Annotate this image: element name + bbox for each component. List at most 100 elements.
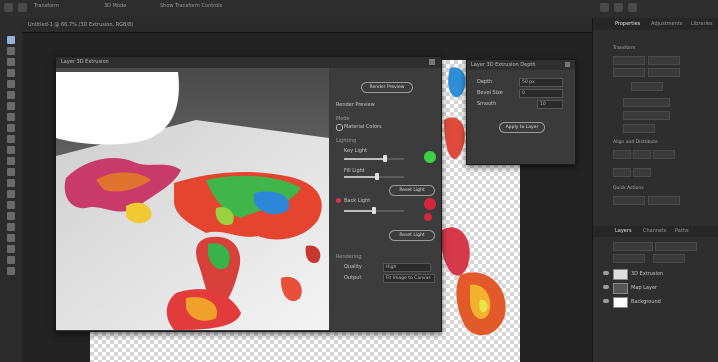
- render-preview-button[interactable]: Render Preview: [361, 82, 413, 93]
- zoom-icon[interactable]: [7, 256, 15, 264]
- back-light-label: Back Light: [344, 198, 371, 204]
- dialog-titlebar[interactable]: Layer 3D Extrusion: [56, 57, 441, 68]
- option-field[interactable]: [623, 124, 655, 133]
- key-light-slider[interactable]: [344, 155, 404, 162]
- panel-tabs: Properties Adjustments Libraries: [593, 18, 718, 30]
- history-brush-icon[interactable]: [7, 146, 15, 154]
- align-button[interactable]: [633, 150, 651, 159]
- home-icon[interactable]: [4, 3, 13, 12]
- layer-row[interactable]: 3D Extrusion: [603, 268, 715, 280]
- align-button[interactable]: [653, 150, 675, 159]
- move-tool-icon[interactable]: [18, 3, 27, 12]
- quick-select-icon[interactable]: [7, 69, 15, 77]
- lasso-icon[interactable]: [7, 58, 15, 66]
- tab-channels[interactable]: Channels: [643, 228, 666, 234]
- marquee-icon[interactable]: [7, 47, 15, 55]
- back-light-slider[interactable]: [344, 207, 404, 214]
- quick-action-button[interactable]: [613, 196, 645, 205]
- distribute-button[interactable]: [633, 168, 651, 177]
- workspace-icon[interactable]: [614, 3, 623, 12]
- topbar-item-1[interactable]: Transform: [34, 3, 59, 9]
- hand-icon[interactable]: [7, 245, 15, 253]
- reset-light-button-2[interactable]: Reset Light: [389, 230, 435, 241]
- fill-light-fill: [344, 176, 377, 178]
- pen-icon[interactable]: [7, 201, 15, 209]
- lighting-section-label: Lighting: [336, 138, 357, 144]
- height-field[interactable]: [648, 56, 680, 65]
- option-field[interactable]: [623, 98, 670, 107]
- fill-light-color[interactable]: [424, 198, 436, 210]
- layer-filter-icons[interactable]: [655, 242, 697, 251]
- extrusion-dialog[interactable]: Layer 3D Extrusion Render Preview Render…: [55, 56, 442, 332]
- render-controls: Render Preview Render Preview Mode Mater…: [331, 68, 441, 330]
- eye-icon[interactable]: [603, 285, 609, 289]
- document-tab-title: Untitled-1 @ 66.7% (3D Extrusion, RGB/8): [28, 22, 134, 28]
- eraser-icon[interactable]: [7, 157, 15, 165]
- stamp-icon[interactable]: [7, 135, 15, 143]
- 3d-viewport[interactable]: [56, 68, 329, 330]
- search-icon[interactable]: [600, 3, 609, 12]
- smooth-row-value[interactable]: 10: [537, 100, 563, 109]
- tab-paths[interactable]: Paths: [675, 228, 689, 234]
- distribute-button[interactable]: [613, 168, 631, 177]
- smooth-row-label: Smooth: [477, 101, 497, 107]
- back-light-radio[interactable]: [336, 198, 341, 203]
- more-icon[interactable]: [7, 267, 15, 275]
- gradient-icon[interactable]: [7, 168, 15, 176]
- close-icon[interactable]: [565, 62, 570, 67]
- bevel-row-value[interactable]: 0: [519, 89, 563, 98]
- blur-icon[interactable]: [7, 179, 15, 187]
- opacity-field[interactable]: [653, 254, 685, 263]
- width-field[interactable]: [613, 56, 645, 65]
- layer-row[interactable]: Map Layer: [603, 282, 715, 294]
- reset-light-button-1[interactable]: Reset Light: [389, 185, 435, 196]
- layer-row[interactable]: Background: [603, 296, 715, 308]
- back-light-knob[interactable]: [372, 207, 376, 214]
- quick-action-button[interactable]: [648, 196, 680, 205]
- eyedropper-icon[interactable]: [7, 102, 15, 110]
- frame-icon[interactable]: [7, 91, 15, 99]
- quality-label: Quality: [344, 264, 362, 270]
- tab-libraries[interactable]: Libraries: [691, 21, 713, 27]
- y-field[interactable]: [648, 68, 680, 77]
- topbar-item-2[interactable]: 3D Mode: [104, 3, 126, 9]
- key-light-color[interactable]: [424, 151, 436, 163]
- x-field[interactable]: [613, 68, 645, 77]
- section-transform: Transform: [613, 46, 636, 51]
- tab-layers[interactable]: Layers: [615, 228, 632, 234]
- angle-field[interactable]: [631, 82, 663, 91]
- type-icon[interactable]: [7, 212, 15, 220]
- layer-filter[interactable]: [613, 242, 653, 251]
- fill-light-slider[interactable]: [344, 173, 404, 180]
- output-select[interactable]: Fit Image to Canvas: [383, 274, 435, 283]
- blend-mode-select[interactable]: [613, 254, 645, 263]
- healing-icon[interactable]: [7, 113, 15, 121]
- tab-adjustments[interactable]: Adjustments: [651, 21, 682, 27]
- dodge-icon[interactable]: [7, 190, 15, 198]
- eye-icon[interactable]: [603, 299, 609, 303]
- layers-tabs: Layers Channels Paths: [593, 226, 718, 237]
- document-tab[interactable]: Untitled-1 @ 66.7% (3D Extrusion, RGB/8): [22, 18, 592, 33]
- depth-row-value[interactable]: 50 px: [519, 78, 563, 87]
- close-icon[interactable]: [429, 59, 435, 65]
- brush-icon[interactable]: [7, 124, 15, 132]
- option-field[interactable]: [623, 111, 670, 120]
- quality-select[interactable]: High: [383, 263, 431, 272]
- eye-icon[interactable]: [603, 271, 609, 275]
- crop-icon[interactable]: [7, 80, 15, 88]
- depth-dialog-titlebar[interactable]: Layer 3D Extrusion Depth: [467, 60, 575, 70]
- apply-button[interactable]: Apply to Layer: [499, 122, 545, 133]
- tab-properties[interactable]: Properties: [615, 21, 640, 27]
- map-shape: [444, 117, 465, 159]
- depth-dialog[interactable]: Layer 3D Extrusion Depth Depth 50 px Bev…: [466, 59, 576, 165]
- mode-radio[interactable]: [336, 124, 343, 131]
- share-icon[interactable]: [628, 3, 637, 12]
- fill-light-knob[interactable]: [375, 173, 379, 180]
- path-select-icon[interactable]: [7, 223, 15, 231]
- topbar-item-3[interactable]: Show Transform Controls: [160, 3, 222, 9]
- back-light-color[interactable]: [424, 213, 432, 221]
- move-icon[interactable]: [7, 36, 15, 44]
- key-light-knob[interactable]: [382, 155, 387, 162]
- align-button[interactable]: [613, 150, 631, 159]
- rectangle-icon[interactable]: [7, 234, 15, 242]
